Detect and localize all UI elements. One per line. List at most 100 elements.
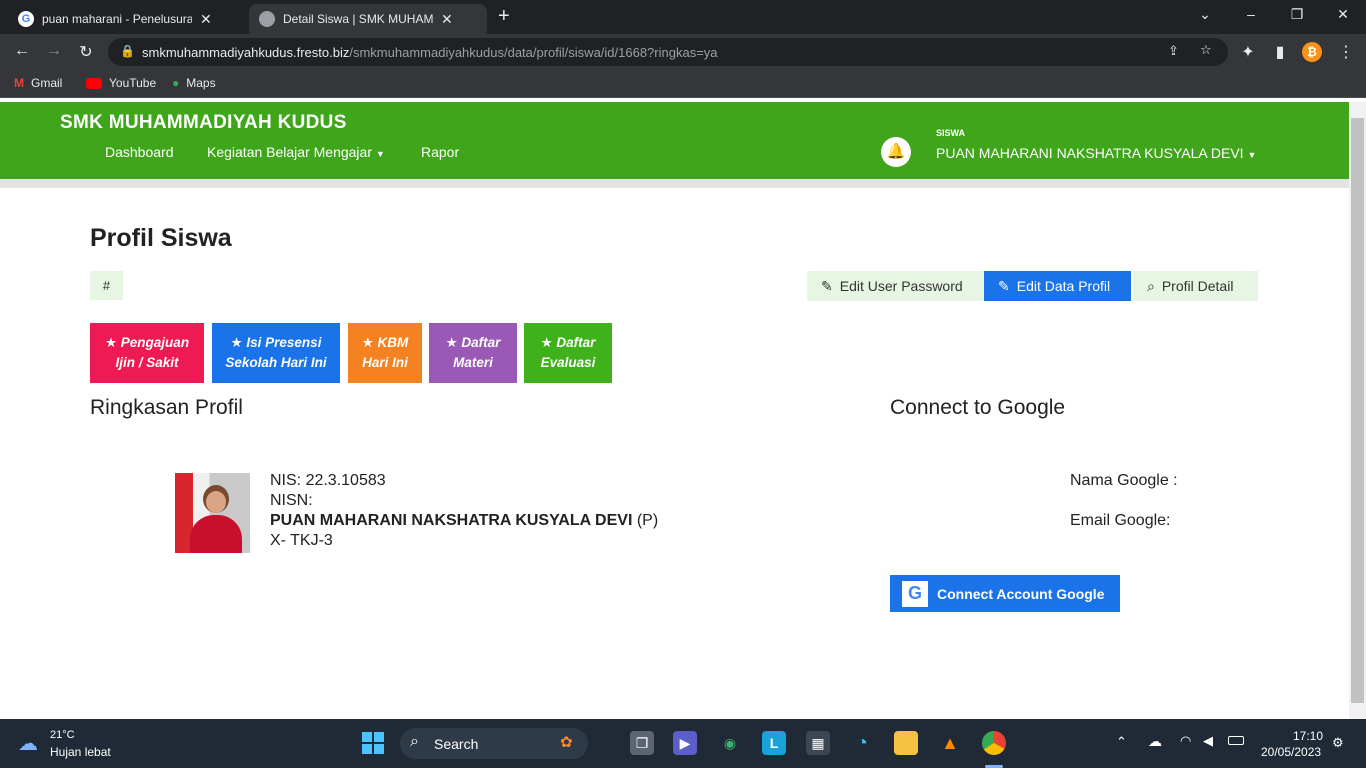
student-name-line: PUAN MAHARANI NAKSHATRA KUSYALA DEVI (P)	[270, 512, 658, 530]
quick-link-izin-sakit[interactable]: ★ Pengajuan Ijin / Sakit	[90, 323, 204, 383]
browser-tab-search[interactable]: G puan maharani - Penelusuran Go ✕	[8, 4, 246, 34]
quick-link-label: Pengajuan	[120, 335, 190, 350]
side-panel-icon[interactable]: ▮	[1270, 42, 1290, 62]
student-gender: (P)	[636, 512, 659, 529]
onedrive-cloud-icon[interactable]: ☁	[1148, 733, 1162, 750]
edit-password-button[interactable]: ✎ Edit User Password	[807, 271, 984, 301]
site-title[interactable]: SMK MUHAMMADIYAH KUDUS	[60, 112, 347, 134]
gmail-icon: M	[14, 76, 24, 90]
teams-chat-icon[interactable]: ▶	[673, 731, 697, 755]
wifi-icon[interactable]: ◠	[1180, 733, 1191, 749]
store-icon[interactable]: ▦	[806, 731, 830, 755]
lock-icon: 🔒	[120, 44, 135, 58]
quick-link-kbm[interactable]: ★ KBM Hari Ini	[348, 323, 422, 383]
close-tab-icon[interactable]: ✕	[200, 11, 212, 28]
new-tab-button[interactable]: +	[498, 5, 510, 28]
bookmark-label: Maps	[186, 76, 216, 90]
user-menu[interactable]: PUAN MAHARANI NAKSHATRA KUSYALA DEVI ▼	[936, 145, 1256, 161]
browser-tab-bar: G puan maharani - Penelusuran Go ✕ Detai…	[0, 0, 1366, 34]
edge-icon[interactable]: ◔	[850, 731, 874, 755]
bookmark-label: YouTube	[109, 76, 157, 90]
tray-chevron-up-icon[interactable]: ⌃	[1116, 734, 1127, 750]
button-label: Edit Data Profil	[1016, 278, 1111, 294]
caret-down-icon: ▼	[375, 149, 385, 159]
menu-dashboard[interactable]: Dashboard	[105, 144, 174, 160]
caret-down-icon: ▼	[1247, 150, 1257, 160]
quick-link-presensi[interactable]: ★ Isi Presensi Sekolah Hari Ini	[212, 323, 340, 383]
quick-link-evaluasi[interactable]: ★ Daftar Evaluasi	[524, 323, 612, 383]
clock-time[interactable]: 17:10	[1293, 729, 1323, 743]
tab-search-icon[interactable]: ⌄	[1190, 6, 1220, 23]
edit-profile-button[interactable]: ✎ Edit Data Profil	[984, 271, 1131, 301]
star-icon: ★	[104, 335, 121, 350]
volume-icon[interactable]: ◀	[1203, 733, 1213, 749]
hash-link[interactable]: #	[90, 271, 123, 300]
maps-pin-icon: ●	[172, 76, 180, 90]
student-class: X- TKJ-3	[270, 532, 333, 549]
quick-link-label: Isi Presensi	[246, 335, 322, 350]
menu-kbm[interactable]: Kegiatan Belajar Mengajar ▼	[207, 144, 385, 160]
task-view-icon[interactable]: ❐	[630, 731, 654, 755]
star-icon: ★	[540, 335, 557, 350]
clock-date[interactable]: 20/05/2023	[1261, 745, 1321, 759]
user-name: PUAN MAHARANI NAKSHATRA KUSYALA DEVI	[936, 145, 1244, 161]
l-app-icon[interactable]: L	[762, 731, 786, 755]
url-host: smkmuhammadiyahkudus.fresto.biz	[142, 44, 350, 60]
star-icon: ★	[361, 335, 378, 350]
close-tab-icon[interactable]: ✕	[441, 11, 453, 28]
forward-icon[interactable]: →	[44, 42, 64, 60]
google-email-label: Email Google:	[1070, 512, 1171, 529]
student-photo	[175, 473, 250, 553]
weather-temperature[interactable]: 21°C	[50, 729, 75, 741]
quick-link-label: KBM	[377, 335, 409, 350]
battery-icon[interactable]	[1228, 736, 1244, 745]
button-label: Connect Account Google	[937, 585, 1105, 602]
windows-start-icon[interactable]	[362, 732, 384, 754]
vlc-icon[interactable]: ▲	[938, 731, 962, 755]
share-icon[interactable]: ⇪	[1168, 43, 1179, 59]
back-icon[interactable]: ←	[12, 42, 32, 60]
quick-link-label: Ijin / Sakit	[115, 355, 179, 370]
search-icon: ⌕	[1147, 277, 1155, 294]
quick-link-label: Materi	[453, 355, 493, 370]
taskbar-search[interactable]: ⌕ Search ✿	[400, 728, 588, 759]
student-nis: NIS: 22.3.10583	[270, 472, 386, 489]
star-icon: ★	[230, 335, 247, 350]
weather-description[interactable]: Hujan lebat	[50, 745, 111, 759]
address-bar[interactable]: 🔒 smkmuhammadiyahkudus.fresto.biz/smkmuh…	[108, 38, 1228, 66]
restore-icon[interactable]: ❐	[1282, 6, 1312, 23]
bookmark-star-icon[interactable]: ☆	[1200, 42, 1212, 58]
notification-icon[interactable]: ⚙	[1332, 735, 1344, 751]
browser-toolbar: ← → ↻ 🔒 smkmuhammadiyahkudus.fresto.biz /…	[0, 34, 1366, 70]
quick-link-label: Evaluasi	[540, 355, 596, 370]
quick-link-materi[interactable]: ★ Daftar Materi	[429, 323, 517, 383]
quick-link-label: Sekolah Hari Ini	[225, 355, 327, 370]
scrollbar-thumb[interactable]	[1351, 118, 1364, 703]
reload-icon[interactable]: ↻	[76, 42, 96, 62]
close-window-icon[interactable]: ✕	[1328, 6, 1358, 23]
weather-cloud-icon[interactable]: ☁	[18, 731, 38, 756]
connect-google-button[interactable]: G Connect Account Google	[890, 575, 1120, 612]
globe-app-icon[interactable]: ◉	[718, 731, 742, 755]
page-title: Profil Siswa	[90, 224, 232, 252]
button-label: Profil Detail	[1161, 278, 1234, 294]
notification-bell-icon[interactable]: 🔔	[881, 137, 911, 167]
chrome-icon[interactable]	[982, 731, 1006, 755]
windows-taskbar: ☁ 21°C Hujan lebat ⌕ Search ✿ ❐ ▶ ◉ L ▦ …	[0, 719, 1366, 768]
bookmark-maps[interactable]: ● Maps	[172, 76, 216, 90]
profile-detail-button[interactable]: ⌕ Profil Detail	[1133, 271, 1258, 301]
extensions-icon[interactable]: ✦	[1238, 42, 1258, 62]
google-name-label: Nama Google :	[1070, 472, 1178, 489]
bookmark-youtube[interactable]: YouTube	[86, 76, 156, 90]
minimize-icon[interactable]: –	[1236, 6, 1266, 22]
file-explorer-icon[interactable]	[894, 731, 918, 755]
bitcoin-extension-icon[interactable]: ₿	[1302, 42, 1322, 62]
menu-rapor[interactable]: Rapor	[421, 144, 459, 160]
google-icon: G	[18, 11, 34, 27]
browser-tab-active[interactable]: Detail Siswa | SMK MUHAMMADI ✕	[249, 4, 487, 34]
button-label: Edit User Password	[839, 278, 963, 294]
bookmarks-bar: M Gmail YouTube ● Maps	[0, 70, 1366, 98]
bookmark-gmail[interactable]: M Gmail	[14, 76, 62, 90]
menu-kebab-icon[interactable]: ⋮	[1336, 42, 1356, 62]
url-path: /smkmuhammadiyahkudus/data/profil/siswa/…	[349, 44, 718, 60]
